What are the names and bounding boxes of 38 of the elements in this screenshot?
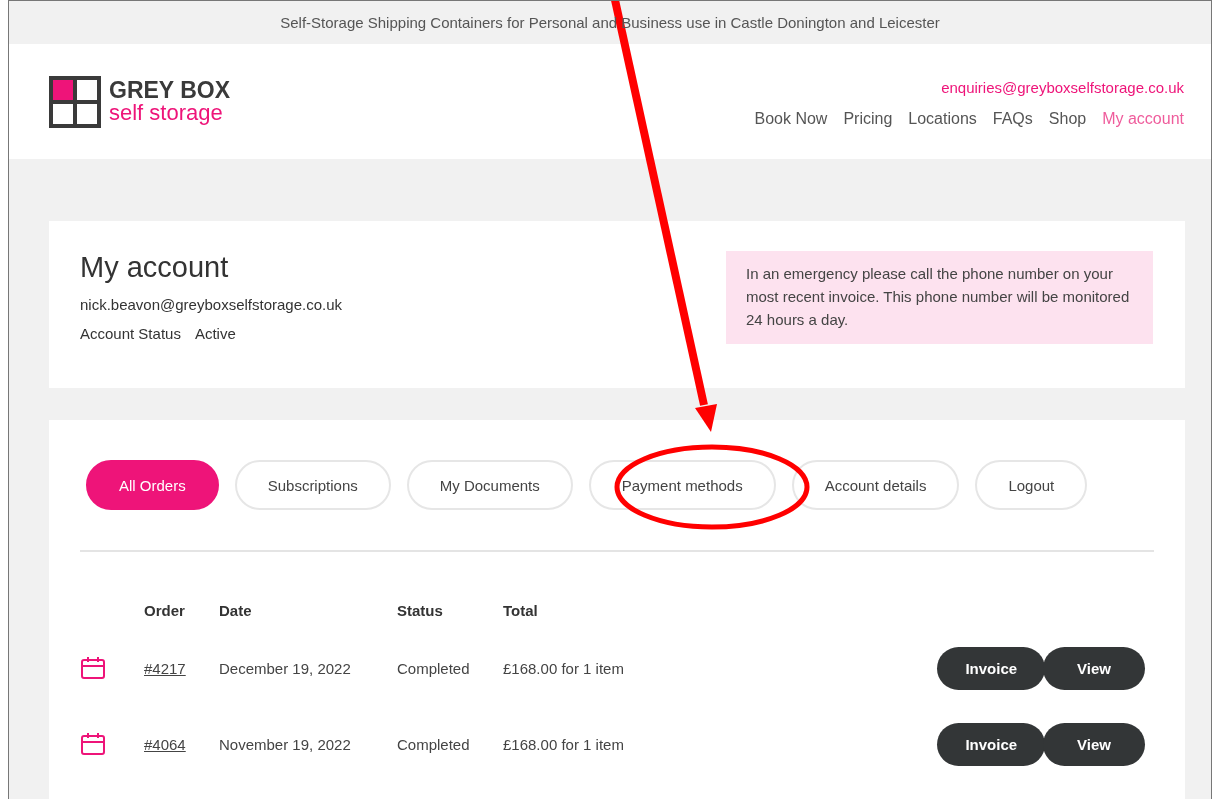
emergency-notice: In an emergency please call the phone number on your most recent invoice. This phone number will be monitored 24 hours a day. [726, 251, 1153, 344]
view-button[interactable]: View [1043, 722, 1145, 766]
order-date: November 19, 2022 [219, 734, 352, 755]
nav-link[interactable]: Book Now [754, 110, 828, 128]
logo-title: GREY BOX [109, 79, 230, 102]
account-tab[interactable]: My Documents [406, 460, 573, 510]
account-tab[interactable]: Payment methods [588, 460, 776, 510]
logo-icon [49, 75, 101, 128]
nav-link[interactable]: Locations [908, 110, 977, 128]
column-header: Status [397, 600, 444, 621]
invoice-button[interactable]: Invoice [937, 646, 1046, 690]
account-tab[interactable]: Subscriptions [234, 460, 391, 510]
order-link[interactable]: #4064 [144, 735, 186, 753]
nav-link[interactable]: Pricing [843, 110, 893, 128]
calendar-icon [80, 656, 106, 680]
nav-link[interactable]: Shop [1048, 110, 1087, 128]
account-tab[interactable]: All Orders [86, 460, 219, 510]
view-button[interactable]: View [1043, 646, 1145, 690]
calendar-icon [80, 732, 106, 756]
status-label: Account Status [80, 325, 181, 342]
order-status: Completed [397, 734, 471, 755]
order-status: Completed [397, 658, 471, 679]
invoice-button[interactable]: Invoice [937, 722, 1046, 766]
order-total: £168.00 for 1 item [503, 734, 625, 755]
column-header: Order [144, 600, 186, 621]
nav-link[interactable]: FAQs [992, 110, 1033, 128]
order-link[interactable]: #4217 [144, 659, 186, 677]
account-tab[interactable]: Account details [791, 460, 960, 510]
account-email: nick.beavon@greyboxselfstorage.co.uk [80, 296, 343, 313]
page-title: My account [80, 251, 230, 284]
email-link[interactable]: enquiries@greyboxselfstorage.co.uk [941, 79, 1184, 96]
column-header: Date [219, 600, 253, 621]
account-tab[interactable]: Logout [975, 460, 1088, 510]
column-header: Total [503, 600, 539, 621]
order-date: December 19, 2022 [219, 658, 352, 679]
order-total: £168.00 for 1 item [503, 658, 625, 679]
logo-subtitle: self storage [109, 102, 224, 124]
status-value: Active [194, 325, 236, 342]
